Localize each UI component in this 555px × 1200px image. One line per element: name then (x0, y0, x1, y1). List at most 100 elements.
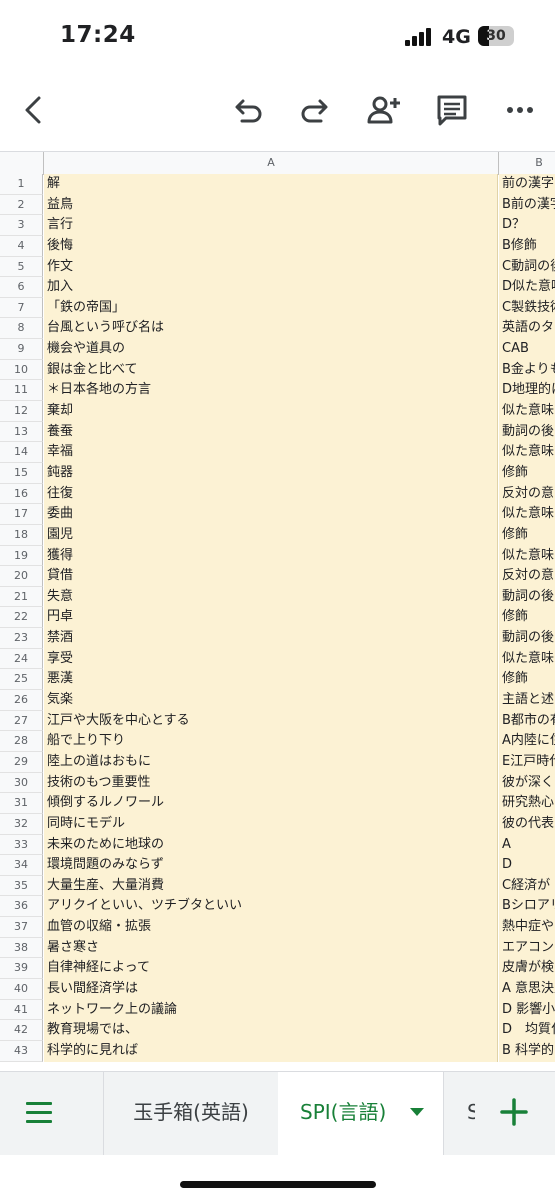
row-number[interactable]: 15 (0, 462, 43, 484)
sheet-tab-next[interactable]: S (445, 1072, 475, 1155)
cell-b[interactable]: 彼の代表 (499, 813, 555, 835)
cell-b[interactable]: A内陸に住 (499, 731, 555, 752)
cell-a[interactable]: 失意 (44, 586, 498, 608)
redo-icon[interactable] (295, 90, 335, 130)
cell-a[interactable]: 科学的に見れば (44, 1040, 498, 1062)
row-number[interactable]: 43 (0, 1040, 43, 1062)
row-number[interactable]: 23 (0, 628, 43, 649)
cell-a[interactable]: 益鳥 (44, 194, 498, 216)
cell-b[interactable]: C製鉄技術 (499, 297, 555, 319)
cell-b[interactable]: C動詞の後 (499, 256, 555, 278)
cell-b[interactable]: 似た意味 (499, 401, 555, 422)
more-horiz-icon[interactable] (500, 90, 540, 130)
row-number[interactable]: 12 (0, 401, 43, 422)
cell-b[interactable]: CAB (499, 339, 555, 360)
cell-a[interactable]: 園児 (44, 524, 498, 546)
cell-b[interactable]: 修飾 (499, 669, 555, 691)
cell-a[interactable]: 大量生産、大量消費 (44, 875, 498, 897)
cell-b[interactable]: 反対の意 (499, 566, 555, 587)
cell-b[interactable]: A 意思決定 (499, 978, 555, 1000)
cell-a[interactable]: 暑さ寒さ (44, 937, 498, 959)
sheet-tab-spi-active[interactable]: SPI(言語) (278, 1072, 444, 1155)
row-number[interactable]: 3 (0, 215, 43, 236)
cell-b[interactable]: 似た意味 (499, 504, 555, 525)
share-person-add-icon[interactable] (364, 90, 404, 130)
cell-b[interactable]: D 影響小 (499, 999, 555, 1021)
row-number[interactable]: 32 (0, 813, 43, 835)
cell-a[interactable]: 禁酒 (44, 628, 498, 649)
cell-a[interactable]: 機会や道具の (44, 339, 498, 360)
cell-a[interactable]: 台風という呼び名は (44, 318, 498, 340)
cell-b[interactable]: 熱中症や (499, 917, 555, 938)
cell-a[interactable]: 円卓 (44, 607, 498, 629)
cell-b[interactable]: 主語と述 (499, 690, 555, 711)
cell-a[interactable]: 同時にモデル (44, 813, 498, 835)
row-number[interactable]: 11 (0, 380, 43, 402)
cell-b[interactable]: Bシロアリ (499, 896, 555, 918)
row-number[interactable]: 31 (0, 793, 43, 814)
row-number[interactable]: 13 (0, 421, 43, 443)
undo-icon[interactable] (228, 90, 268, 130)
row-number[interactable]: 10 (0, 359, 43, 381)
row-number[interactable]: 28 (0, 731, 43, 752)
cell-a[interactable]: 後悔 (44, 235, 498, 257)
cell-a[interactable]: 作文 (44, 256, 498, 278)
cell-a[interactable]: 棄却 (44, 401, 498, 422)
column-header-b[interactable]: B (499, 152, 555, 174)
cell-a[interactable]: 委曲 (44, 504, 498, 525)
cell-b[interactable]: 英語のタ (499, 318, 555, 340)
cell-a[interactable]: 言行 (44, 215, 498, 236)
spreadsheet-grid[interactable]: A B 1解前の漢字2益鳥B前の漢字3言行D？4後悔B修飾5作文C動詞の後6加入… (0, 151, 555, 1071)
cell-a[interactable]: 船で上り下り (44, 731, 498, 752)
cell-a[interactable]: 享受 (44, 648, 498, 670)
cell-b[interactable]: エアコン (499, 937, 555, 959)
cell-b[interactable]: 彼が深く (499, 772, 555, 794)
row-number[interactable]: 14 (0, 442, 43, 463)
cell-b[interactable]: B修飾 (499, 235, 555, 257)
comment-icon[interactable] (432, 90, 472, 130)
cell-b[interactable]: B前の漢字 (499, 194, 555, 216)
column-header-a[interactable]: A (44, 152, 499, 174)
cell-a[interactable]: 気楽 (44, 690, 498, 711)
cell-a[interactable]: 銀は金と比べて (44, 359, 498, 381)
cell-b[interactable]: 似た意味 (499, 545, 555, 567)
cell-b[interactable]: 動詞の後 (499, 628, 555, 649)
row-number[interactable]: 35 (0, 875, 43, 897)
row-number[interactable]: 5 (0, 256, 43, 278)
cell-a[interactable]: 自律神経によって (44, 958, 498, 979)
row-number[interactable]: 6 (0, 277, 43, 298)
cell-b[interactable]: 修飾 (499, 524, 555, 546)
row-number[interactable]: 22 (0, 607, 43, 629)
cell-b[interactable]: 動詞の後 (499, 421, 555, 443)
row-number[interactable]: 40 (0, 978, 43, 1000)
cell-a[interactable]: 加入 (44, 277, 498, 298)
row-number[interactable]: 33 (0, 834, 43, 856)
row-number[interactable]: 20 (0, 566, 43, 587)
cell-b[interactable]: 似た意味 (499, 442, 555, 463)
cell-b[interactable]: 似た意味 (499, 648, 555, 670)
cell-b[interactable]: D (499, 855, 555, 876)
row-number[interactable]: 16 (0, 483, 43, 505)
row-number[interactable]: 9 (0, 339, 43, 360)
cell-a[interactable]: 貸借 (44, 566, 498, 587)
row-number[interactable]: 24 (0, 648, 43, 670)
row-number[interactable]: 38 (0, 937, 43, 959)
cell-b[interactable]: B金よりも (499, 359, 555, 381)
row-number[interactable]: 4 (0, 235, 43, 257)
cell-a[interactable]: 技術のもつ重要性 (44, 772, 498, 794)
cell-a[interactable]: 鈍器 (44, 462, 498, 484)
row-number[interactable]: 42 (0, 1020, 43, 1041)
row-number[interactable]: 27 (0, 710, 43, 732)
cell-b[interactable]: 皮膚が検 (499, 958, 555, 979)
cell-b[interactable]: B 科学的 (499, 1040, 555, 1062)
cell-a[interactable]: アリクイといい、ツチブタといい (44, 896, 498, 918)
cell-b[interactable]: D？ (499, 215, 555, 236)
row-number[interactable]: 2 (0, 194, 43, 216)
all-sheets-menu-icon[interactable] (24, 1100, 54, 1126)
cell-b[interactable]: 研究熱心 (499, 793, 555, 814)
row-number[interactable]: 37 (0, 917, 43, 938)
row-number[interactable]: 21 (0, 586, 43, 608)
cell-a[interactable]: 環境問題のみならず (44, 855, 498, 876)
row-number[interactable]: 1 (0, 174, 43, 195)
sheet-tab-tamatebako[interactable]: 玉手箱(英語) (103, 1072, 279, 1155)
